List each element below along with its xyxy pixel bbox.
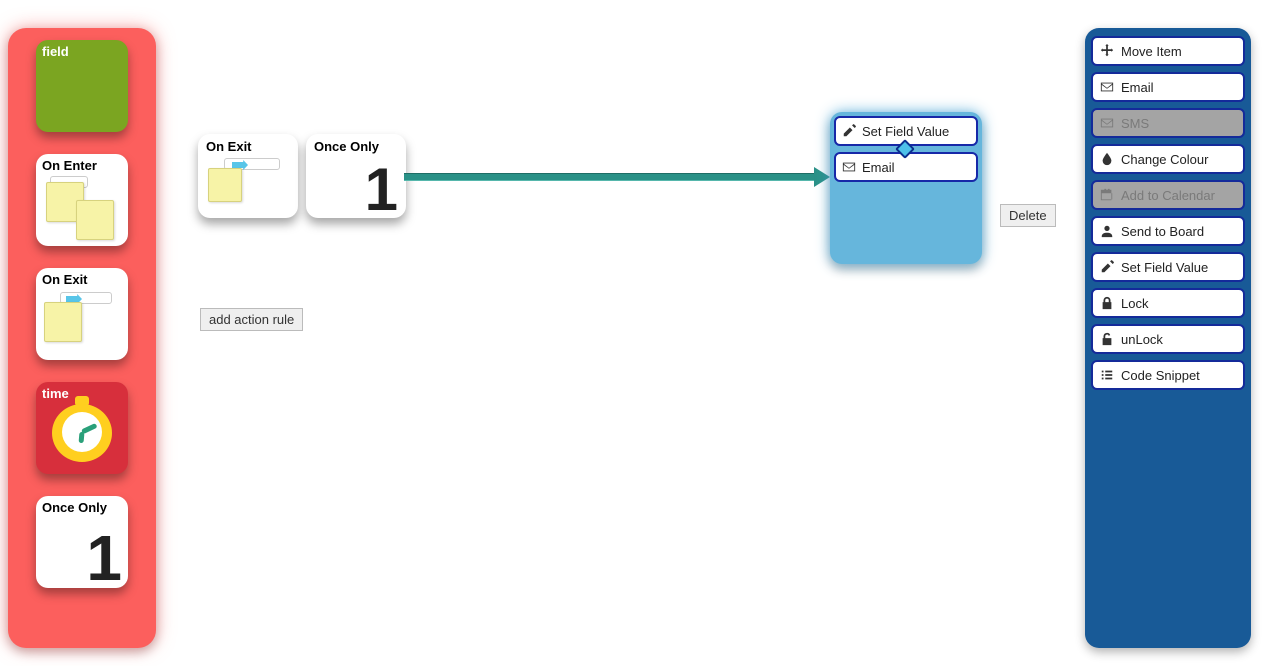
action-code-snippet[interactable]: Code Snippet [1091, 360, 1245, 390]
action-label: Change Colour [1121, 152, 1208, 167]
action-label: Move Item [1121, 44, 1182, 59]
action-sms: SMS [1091, 108, 1245, 138]
palette-trigger-time[interactable]: time [36, 382, 128, 474]
envelope-icon [1100, 80, 1114, 94]
action-unlock[interactable]: unLock [1091, 324, 1245, 354]
add-action-rule-button[interactable]: add action rule [200, 308, 303, 331]
palette-trigger-field[interactable]: field [36, 40, 128, 132]
palette-on-exit-label: On Exit [42, 273, 88, 287]
action-label: Add to Calendar [1121, 188, 1215, 203]
rule-guard-once-only[interactable]: Once Only 1 [306, 134, 406, 218]
action-label: Email [1121, 80, 1154, 95]
edit-icon [1100, 260, 1114, 274]
action-move-item[interactable]: Move Item [1091, 36, 1245, 66]
lock-icon [1100, 296, 1114, 310]
action-label: Code Snippet [1121, 368, 1200, 383]
palette-guard-once-only[interactable]: Once Only 1 [36, 496, 128, 588]
action-label: SMS [1121, 116, 1149, 131]
palette-field-label: field [42, 45, 69, 59]
action-change-colour[interactable]: Change Colour [1091, 144, 1245, 174]
rule-action-label: Email [862, 160, 895, 175]
sticky-note-icon [208, 168, 242, 202]
action-send-to-board[interactable]: Send to Board [1091, 216, 1245, 246]
edit-icon [842, 124, 856, 138]
envelope-icon [1100, 116, 1114, 130]
move-icon [1100, 44, 1114, 58]
digit-one-icon: 1 [86, 533, 122, 584]
action-lock[interactable]: Lock [1091, 288, 1245, 318]
digit-one-icon: 1 [365, 166, 398, 214]
action-palette: Move Item Email SMS Change Colour Add to… [1085, 28, 1251, 648]
palette-trigger-on-enter[interactable]: On Enter [36, 154, 128, 246]
calendar-icon [1100, 188, 1114, 202]
rule-action-label: Set Field Value [862, 124, 949, 139]
stopwatch-icon [50, 398, 114, 462]
action-email[interactable]: Email [1091, 72, 1245, 102]
trigger-palette: field On Enter On Exit time Once Only 1 [8, 28, 156, 648]
action-label: Send to Board [1121, 224, 1204, 239]
action-label: unLock [1121, 332, 1163, 347]
action-label: Lock [1121, 296, 1148, 311]
rule-action-drop-target[interactable]: Set Field Value Email [830, 112, 982, 264]
delete-rule-button[interactable]: Delete [1000, 204, 1056, 227]
tint-icon [1100, 152, 1114, 166]
sticky-note-icon [44, 302, 82, 342]
rule-connector-arrow [404, 170, 830, 184]
action-label: Set Field Value [1121, 260, 1208, 275]
action-set-field-value[interactable]: Set Field Value [1091, 252, 1245, 282]
palette-once-only-label: Once Only [42, 501, 107, 515]
unlock-icon [1100, 332, 1114, 346]
palette-trigger-on-exit[interactable]: On Exit [36, 268, 128, 360]
rule-trigger-label: On Exit [206, 140, 252, 154]
sticky-note-icon [76, 200, 114, 240]
palette-on-enter-label: On Enter [42, 159, 97, 173]
list-icon [1100, 368, 1114, 382]
rule-trigger-on-exit[interactable]: On Exit [198, 134, 298, 218]
envelope-icon [842, 160, 856, 174]
user-icon [1100, 224, 1114, 238]
rule-guard-label: Once Only [314, 140, 379, 154]
action-add-to-calendar: Add to Calendar [1091, 180, 1245, 210]
